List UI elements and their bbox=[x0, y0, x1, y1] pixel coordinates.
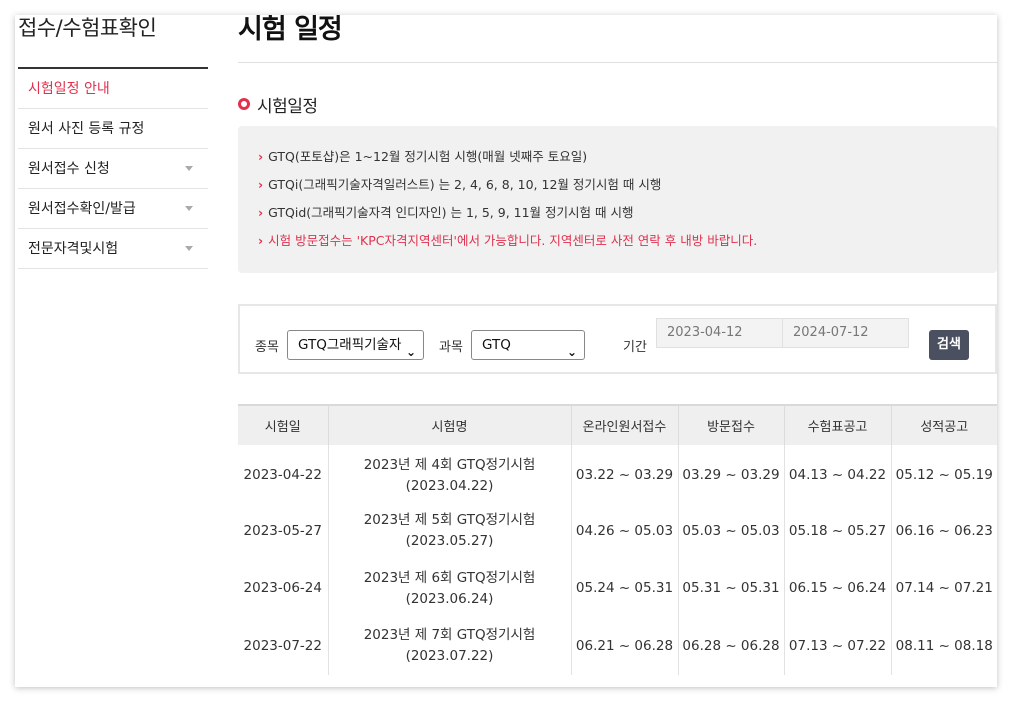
info-line: › GTQid(그래픽기술자격 인디자인) 는 1, 5, 9, 11월 정기시… bbox=[258, 204, 997, 232]
online-application-cell: 06.21 ~ 06.28 bbox=[570, 617, 678, 675]
exam-name-date: (2023.06.24) bbox=[405, 590, 494, 607]
info-line-notice: › 시험 방문접수는 'KPC자격지역센터'에서 가능합니다. 지역센터로 사전… bbox=[258, 232, 997, 260]
column-header: 온라인원서접수 bbox=[570, 404, 678, 445]
result-notice-cell: 07.14 ~ 07.21 bbox=[890, 560, 997, 618]
search-button[interactable]: 검색 bbox=[929, 330, 969, 360]
table-header-row: 시험일 시험명 온라인원서접수 방문접수 수험표공고 성적공고 bbox=[238, 404, 997, 445]
ticket-notice-cell: 05.18 ~ 05.27 bbox=[783, 502, 891, 560]
column-header: 성적공고 bbox=[890, 404, 997, 445]
sidebar-item-exam-schedule[interactable]: 시험일정 안내 bbox=[18, 69, 208, 109]
visit-application-cell: 05.31 ~ 05.31 bbox=[677, 560, 784, 618]
exam-date-cell: 2023-05-27 bbox=[243, 522, 322, 539]
subject-select-value: GTQ bbox=[482, 337, 511, 353]
page-frame: 접수/수험표확인 시험일정 안내 원서 사진 등록 규정 원서접수 신청 원서접… bbox=[15, 15, 997, 687]
category-select-value: GTQ그래픽기술자 bbox=[298, 337, 402, 353]
exam-name-cell: 2023년 제 4회 GTQ정기시험 (2023.04.22) bbox=[327, 445, 571, 503]
online-application-cell: 04.26 ~ 05.03 bbox=[570, 502, 678, 560]
sidebar-item-label: 원서접수 신청 bbox=[28, 161, 110, 177]
exam-date-cell: 2023-06-24 bbox=[243, 580, 322, 597]
visit-application-cell: 05.03 ~ 05.03 bbox=[677, 502, 784, 560]
result-notice-cell: 08.11 ~ 08.18 bbox=[890, 617, 997, 675]
ticket-notice-cell: 04.13 ~ 04.22 bbox=[783, 445, 891, 503]
subject-label: 과목 bbox=[439, 340, 463, 355]
online-application-cell: 05.24 ~ 05.31 bbox=[570, 560, 678, 618]
exam-name-cell: 2023년 제 6회 GTQ정기시험 (2023.06.24) bbox=[327, 560, 571, 618]
column-header: 수험표공고 bbox=[783, 404, 891, 445]
sidebar-item-photo-rules[interactable]: 원서 사진 등록 규정 bbox=[18, 109, 208, 149]
column-header: 방문접수 bbox=[677, 404, 784, 445]
date-to-input[interactable]: 2024-07-12 bbox=[782, 318, 909, 348]
sidebar-item-label: 원서접수확인/발급 bbox=[28, 201, 136, 217]
online-application-cell: 03.22 ~ 03.29 bbox=[570, 445, 678, 503]
title-divider bbox=[238, 62, 997, 63]
schedule-table: 시험일 시험명 온라인원서접수 방문접수 수험표공고 성적공고 2023-04-… bbox=[238, 404, 997, 675]
info-text: 시험 방문접수는 'KPC자격지역센터'에서 가능합니다. 지역센터로 사전 연… bbox=[268, 233, 758, 248]
exam-name: 2023년 제 6회 GTQ정기시험 bbox=[363, 569, 536, 586]
ticket-notice-cell: 07.13 ~ 07.22 bbox=[783, 617, 891, 675]
main-content: 시험 일정 시험일정 › GTQ(포토샵)은 1~12월 정기시험 시행(매월 … bbox=[238, 15, 997, 675]
exam-name-date: (2023.07.22) bbox=[405, 648, 494, 665]
exam-date-cell: 2023-04-22 bbox=[243, 467, 322, 484]
info-text: GTQid(그래픽기술자격 인디자인) 는 1, 5, 9, 11월 정기시험 … bbox=[268, 205, 634, 220]
exam-name: 2023년 제 4회 GTQ정기시험 bbox=[363, 456, 536, 473]
sidebar: 접수/수험표확인 시험일정 안내 원서 사진 등록 규정 원서접수 신청 원서접… bbox=[18, 15, 208, 269]
exam-name-date: (2023.05.27) bbox=[405, 533, 494, 550]
exam-name: 2023년 제 7회 GTQ정기시험 bbox=[363, 627, 536, 644]
arrow-right-icon: › bbox=[258, 205, 264, 220]
info-line: › GTQ(포토샵)은 1~12월 정기시험 시행(매월 넷째주 토요일) bbox=[258, 148, 997, 176]
table-row[interactable]: 2023-04-22 2023년 제 4회 GTQ정기시험 (2023.04.2… bbox=[238, 445, 997, 503]
sidebar-item-application-check[interactable]: 원서접수확인/발급 bbox=[18, 189, 208, 229]
table-row[interactable]: 2023-05-27 2023년 제 5회 GTQ정기시험 (2023.05.2… bbox=[238, 502, 997, 560]
ring-bullet-icon bbox=[238, 98, 250, 110]
caret-down-icon bbox=[185, 246, 193, 251]
column-header: 시험명 bbox=[327, 404, 571, 445]
caret-down-icon bbox=[185, 206, 193, 211]
section-header: 시험일정 bbox=[238, 93, 997, 117]
chevron-down-icon: ⌄ bbox=[405, 345, 416, 359]
caret-down-icon bbox=[185, 166, 193, 171]
sidebar-item-label: 시험일정 안내 bbox=[28, 81, 110, 97]
sidebar-item-application[interactable]: 원서접수 신청 bbox=[18, 149, 208, 189]
exam-name: 2023년 제 5회 GTQ정기시험 bbox=[363, 512, 536, 529]
period-label: 기간 bbox=[623, 340, 647, 355]
category-select[interactable]: GTQ그래픽기술자 ⌄ bbox=[287, 330, 424, 360]
info-line: › GTQi(그래픽기술자격일러스트) 는 2, 4, 6, 8, 10, 12… bbox=[258, 176, 997, 204]
exam-name-cell: 2023년 제 7회 GTQ정기시험 (2023.07.22) bbox=[327, 617, 571, 675]
arrow-right-icon: › bbox=[258, 149, 264, 164]
chevron-down-icon: ⌄ bbox=[566, 345, 577, 359]
visit-application-cell: 03.29 ~ 03.29 bbox=[677, 445, 784, 503]
sidebar-item-label: 전문자격및시험 bbox=[28, 241, 119, 257]
result-notice-cell: 06.16 ~ 06.23 bbox=[890, 502, 997, 560]
info-text: GTQi(그래픽기술자격일러스트) 는 2, 4, 6, 8, 10, 12월 … bbox=[268, 177, 662, 192]
date-from-input[interactable]: 2023-04-12 bbox=[656, 318, 783, 348]
info-text: GTQ(포토샵)은 1~12월 정기시험 시행(매월 넷째주 토요일) bbox=[268, 149, 588, 164]
result-notice-cell: 05.12 ~ 05.19 bbox=[890, 445, 997, 503]
page-title: 시험 일정 bbox=[238, 15, 343, 45]
sidebar-title: 접수/수험표확인 bbox=[18, 16, 157, 40]
column-header: 시험일 bbox=[238, 404, 328, 445]
search-panel: 종목 GTQ그래픽기술자 ⌄ 과목 GTQ ⌄ 기간 2023-04-12 20… bbox=[238, 304, 997, 374]
visit-application-cell: 06.28 ~ 06.28 bbox=[677, 617, 784, 675]
ticket-notice-cell: 06.15 ~ 06.24 bbox=[783, 560, 891, 618]
sidebar-item-professional-exams[interactable]: 전문자격및시험 bbox=[18, 229, 208, 269]
exam-date-cell: 2023-07-22 bbox=[243, 637, 322, 654]
exam-name-date: (2023.04.22) bbox=[405, 477, 494, 494]
table-row[interactable]: 2023-06-24 2023년 제 6회 GTQ정기시험 (2023.06.2… bbox=[238, 560, 997, 618]
exam-name-cell: 2023년 제 5회 GTQ정기시험 (2023.05.27) bbox=[327, 502, 571, 560]
subject-select[interactable]: GTQ ⌄ bbox=[471, 330, 585, 360]
category-label: 종목 bbox=[255, 340, 279, 355]
sidebar-item-label: 원서 사진 등록 규정 bbox=[28, 121, 145, 137]
table-row[interactable]: 2023-07-22 2023년 제 7회 GTQ정기시험 (2023.07.2… bbox=[238, 617, 997, 675]
arrow-right-icon: › bbox=[258, 177, 264, 192]
section-title: 시험일정 bbox=[257, 96, 318, 117]
arrow-right-icon: › bbox=[258, 233, 264, 248]
info-box: › GTQ(포토샵)은 1~12월 정기시험 시행(매월 넷째주 토요일) › … bbox=[238, 126, 997, 273]
